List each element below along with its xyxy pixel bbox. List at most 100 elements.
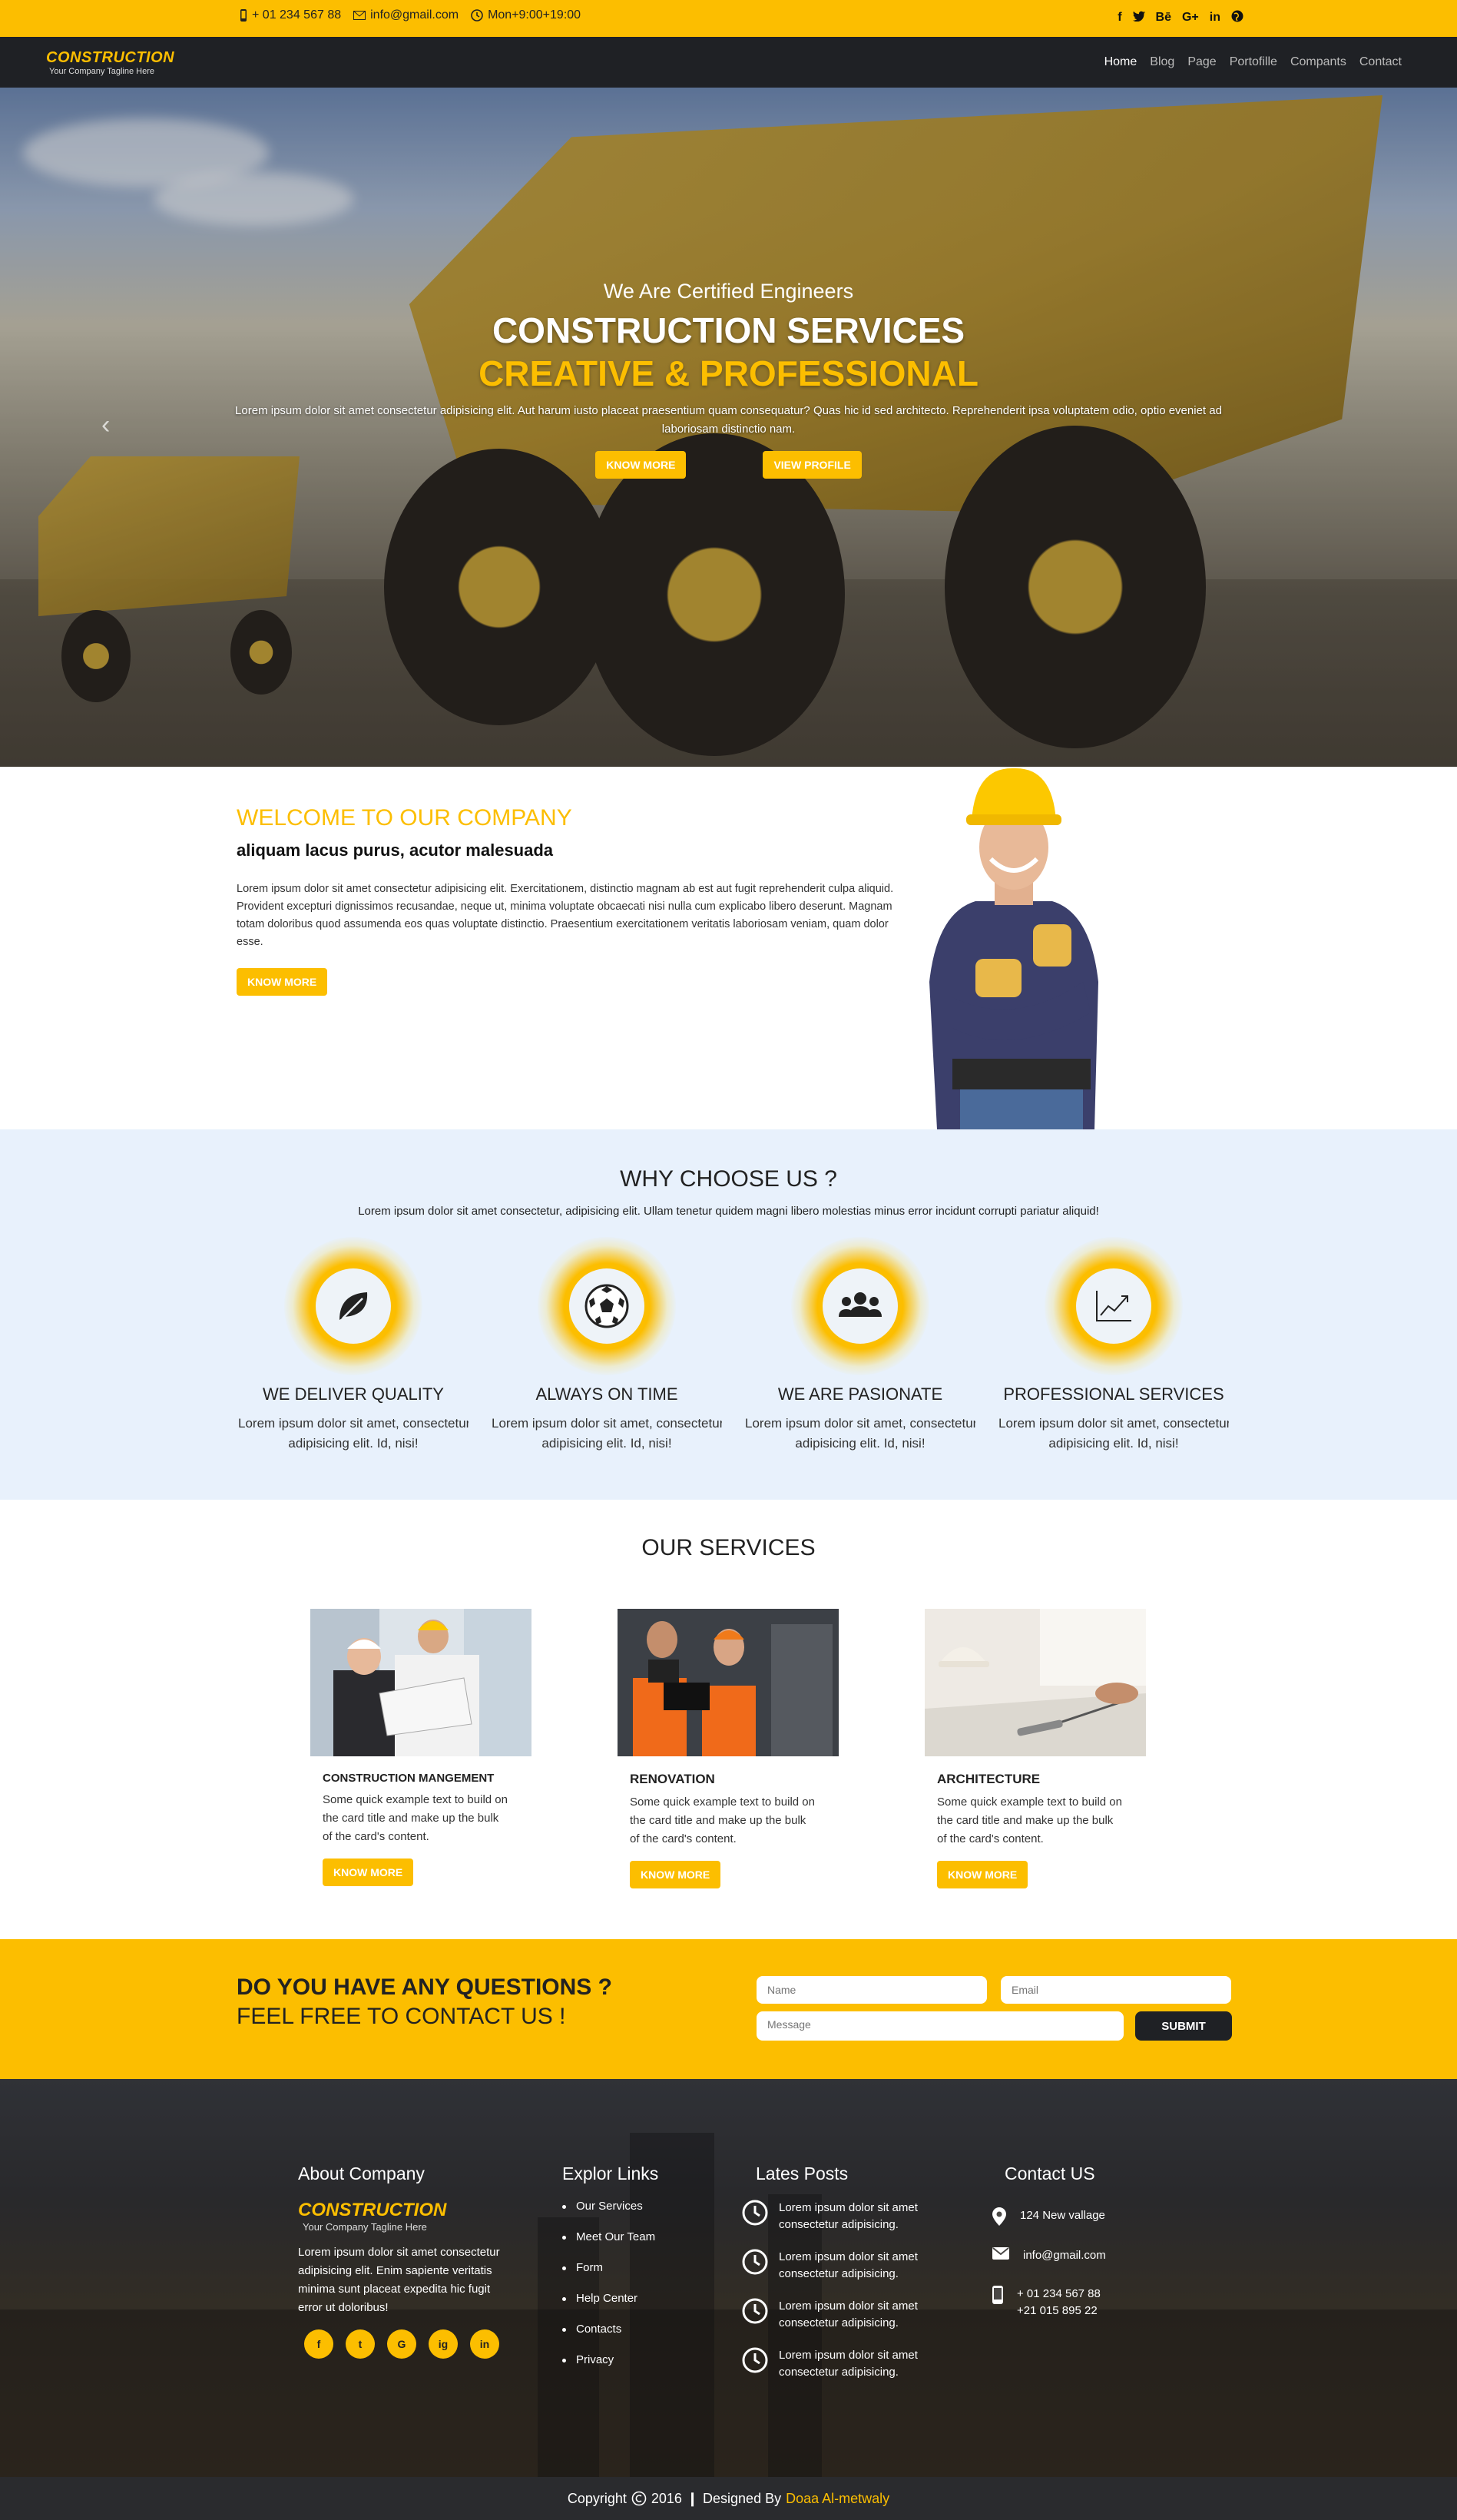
hero-slider: ‹ We Are Certified Engineers CONSTRUCTIO… [0,88,1457,767]
service-card: RENOVATION Some quick example text to bu… [618,1609,839,1888]
hero-know-more-button[interactable]: KNOW MORE [595,451,687,479]
questions-subheading: FEEL FREE TO CONTACT US ! [237,2004,566,2029]
footer-post[interactable]: Lorem ipsum dolor sit amet consectetur a… [742,2298,940,2347]
nav-item-compants[interactable]: Compants [1290,55,1346,69]
footer-post-text: Lorem ipsum dolor sit amet consectetur a… [779,2201,918,2231]
hero-subtitle: We Are Certified Engineers [603,280,854,303]
footer-link-privacy[interactable]: Privacy [562,2353,658,2384]
welcome-know-more-button[interactable]: KNOW MORE [237,968,328,996]
footer-post-text: Lorem ipsum dolor sit amet consectetur a… [779,2300,918,2329]
footer-link-help-center[interactable]: Help Center [562,2292,658,2323]
facebook-icon[interactable]: f [1118,11,1121,25]
message-input[interactable] [757,2011,1124,2041]
hero-description: Lorem ipsum dolor sit amet consectetur a… [235,404,1222,436]
email-input[interactable] [1001,1976,1231,2004]
name-input[interactable] [757,1976,987,2004]
footer-contact: Contact US 124 New vallage info@gmail.co… [992,2164,1106,2341]
logo-tagline: Your Company Tagline Here [49,67,154,76]
hero-view-profile-button[interactable]: VIEW PROFILE [763,451,862,479]
welcome-section: WELCOME TO OUR COMPANY aliquam lacus pur… [0,767,1457,1129]
feature-text-line2: adipisicing elit. Id, nisi! [288,1436,419,1451]
nav-item-page[interactable]: Page [1187,55,1216,69]
feature-card: WE DELIVER QUALITY Lorem ipsum dolor sit… [238,1237,469,1454]
hero-content: We Are Certified Engineers CONSTRUCTION … [0,280,1457,479]
instagram-icon[interactable]: ig [429,2329,458,2359]
mobile-phone-icon [992,2286,1003,2304]
feature-text-line1: Lorem ipsum dolor sit amet, consectetur [492,1416,722,1431]
copyright-designed: Designed By [703,2490,782,2506]
feature-text-line1: Lorem ipsum dolor sit amet, consectetur [745,1416,975,1431]
welcome-subheading: aliquam lacus purus, acutor malesuada [237,841,554,860]
linkedin-icon[interactable]: in [470,2329,499,2359]
nav-menu: Home Blog Page Portofille Compants Conta… [1104,37,1402,88]
feature-icon-circle [538,1237,676,1375]
service-image-construction [310,1609,531,1756]
phone-icon [240,9,247,22]
feature-icon-circle [284,1237,422,1375]
footer-phone-1: + 01 234 567 88 [1017,2287,1101,2300]
hero-title: CONSTRUCTION SERVICES [492,310,965,350]
hero-title-accent: CREATIVE & PROFESSIONAL [478,353,979,393]
feature-text-line2: adipisicing elit. Id, nisi! [795,1436,926,1451]
footer-logo-tagline: Your Company Tagline Here [303,2221,427,2233]
site-logo[interactable]: CONSTRUCTION Your Company Tagline Here [46,49,174,76]
leaf-icon [339,1292,368,1320]
feature-text-line1: Lorem ipsum dolor sit amet, consectetur [238,1416,469,1431]
footer-email[interactable]: info@gmail.com [992,2247,1106,2264]
submit-button[interactable]: SUBMIT [1135,2011,1232,2041]
users-icon [839,1292,882,1317]
footer-link-meet-our-team[interactable]: Meet Our Team [562,2230,658,2261]
footer-link-contacts[interactable]: Contacts [562,2323,658,2353]
service-card-text: Some quick example text to build on the … [323,1793,508,1843]
copyright-icon [631,2491,647,2506]
behance-icon[interactable]: Bē [1156,11,1171,25]
service-know-more-button[interactable]: KNOW MORE [937,1861,1028,1888]
copyright-author-link[interactable]: Doaa Al-metwaly [786,2491,889,2507]
service-card-text: Some quick example text to build on the … [937,1796,1122,1845]
questions-heading: DO YOU HAVE ANY QUESTIONS ? [237,1975,612,2000]
feature-title: WE DELIVER QUALITY [263,1384,444,1404]
top-phone: + 01 234 567 88 [240,8,341,22]
footer-links: Explor Links Our Services Meet Our Team … [562,2164,658,2384]
nav-item-blog[interactable]: Blog [1150,55,1174,69]
google-plus-icon[interactable]: G+ [1182,11,1199,25]
footer-post[interactable]: Lorem ipsum dolor sit amet consectetur a… [742,2200,940,2249]
footer-post[interactable]: Lorem ipsum dolor sit amet consectetur a… [742,2347,940,2396]
service-card-title: RENOVATION [630,1772,715,1786]
nav-item-portofille[interactable]: Portofille [1230,55,1277,69]
footer: About Company CONSTRUCTION Your Company … [0,2079,1457,2477]
footer-overlay [0,2079,1457,2477]
footer-link-our-services[interactable]: Our Services [562,2200,658,2230]
facebook-icon[interactable]: f [304,2329,333,2359]
footer-posts-title: Lates Posts [756,2164,849,2183]
top-phone-text: + 01 234 567 88 [252,8,342,22]
google-icon[interactable]: G [387,2329,416,2359]
footer-link-form[interactable]: Form [562,2261,658,2292]
clock-icon [742,2200,768,2226]
footer-logo[interactable]: CONSTRUCTION [298,2200,513,2221]
nav-item-home[interactable]: Home [1104,55,1137,69]
feature-card: ALWAYS ON TIME Lorem ipsum dolor sit ame… [492,1237,722,1454]
top-hours: Mon+9:00+19:00 [471,8,581,22]
chart-line-icon [1096,1291,1131,1321]
soccer-ball-icon [584,1284,629,1328]
nav-item-contact[interactable]: Contact [1359,55,1402,69]
services-section: OUR SERVICES CONSTRUCTION MANGEMENT Some… [0,1500,1457,1939]
twitter-icon[interactable] [1132,11,1145,25]
service-know-more-button[interactable]: KNOW MORE [323,1858,414,1886]
footer-address: 124 New vallage [992,2207,1106,2226]
why-choose-us-section: WHY CHOOSE US ? Lorem ipsum dolor sit am… [0,1129,1457,1500]
globe-icon[interactable] [1231,10,1243,26]
linkedin-icon[interactable]: in [1210,11,1220,25]
services-title: OUR SERVICES [641,1535,816,1560]
worker-image [929,768,1098,1129]
service-know-more-button[interactable]: KNOW MORE [630,1861,721,1888]
top-email-text: info@gmail.com [370,8,459,22]
copyright-bar: Copyright 2016 ❙ Designed By Doaa Al-met… [0,2477,1457,2520]
clock-icon [742,2298,768,2324]
twitter-icon[interactable]: t [346,2329,375,2359]
top-email[interactable]: info@gmail.com [353,8,459,22]
footer-post[interactable]: Lorem ipsum dolor sit amet consectetur a… [742,2249,940,2298]
feature-text-line2: adipisicing elit. Id, nisi! [541,1436,672,1451]
footer-email-text: info@gmail.com [1023,2249,1106,2262]
